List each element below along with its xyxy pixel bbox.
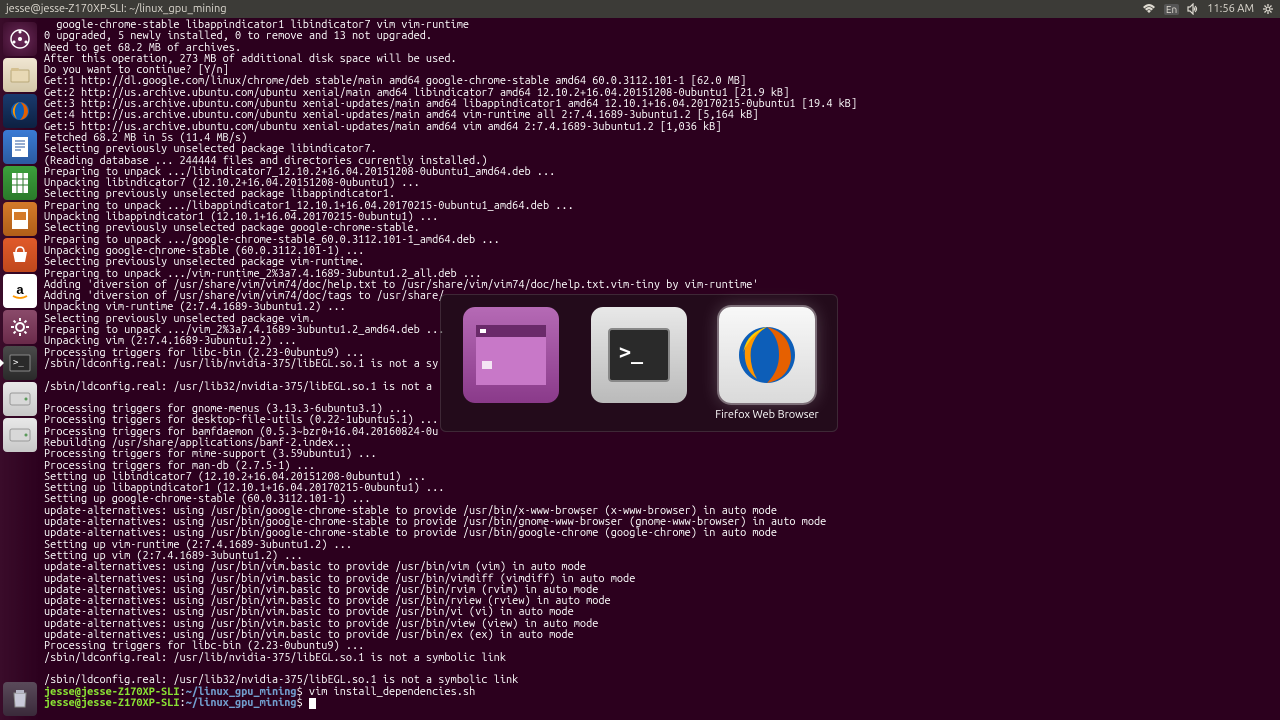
switcher-app-2[interactable]: >_	[585, 307, 693, 423]
prompt-user: jesse@jesse-Z170XP-SLI	[44, 686, 180, 698]
switcher-app-1[interactable]	[457, 307, 565, 423]
writer-icon[interactable]	[3, 130, 37, 164]
top-menubar: jesse@jesse-Z170XP-SLI: ~/linux_gpu_mini…	[0, 0, 1280, 18]
prev-command: vim install_dependencies.sh	[309, 686, 475, 698]
terminal-launcher-icon[interactable]: >_	[3, 346, 37, 380]
impress-icon[interactable]	[3, 202, 37, 236]
files-icon[interactable]	[3, 58, 37, 92]
drive-icon-2[interactable]	[3, 418, 37, 452]
firefox-icon[interactable]	[3, 94, 37, 128]
drive-icon-1[interactable]	[3, 382, 37, 416]
prompt-path-2: ~/linux_gpu_mining	[186, 697, 297, 709]
settings-icon[interactable]	[3, 310, 37, 344]
window-title: jesse@jesse-Z170XP-SLI: ~/linux_gpu_mini…	[6, 3, 1142, 15]
lang-indicator[interactable]: En	[1164, 4, 1179, 15]
svg-text:>_: >_	[619, 340, 644, 364]
prompt-path: ~/linux_gpu_mining	[186, 686, 297, 698]
gear-icon[interactable]	[1262, 3, 1274, 15]
trash-icon[interactable]	[3, 682, 37, 716]
calc-icon[interactable]	[3, 166, 37, 200]
system-tray: En 11:56 AM	[1142, 3, 1274, 15]
cursor	[309, 698, 316, 709]
switcher-label-3: Firefox Web Browser	[715, 409, 818, 423]
dash-icon[interactable]	[3, 22, 37, 56]
amazon-icon[interactable]: a	[3, 274, 37, 308]
prompt-user-2: jesse@jesse-Z170XP-SLI	[44, 697, 180, 709]
clock[interactable]: 11:56 AM	[1207, 3, 1254, 15]
unity-launcher: a >_	[0, 18, 40, 720]
software-icon[interactable]	[3, 238, 37, 272]
wifi-icon[interactable]	[1142, 3, 1156, 15]
switcher-app-3[interactable]: Firefox Web Browser	[713, 307, 821, 423]
prompt-dollar: $	[297, 686, 309, 698]
sound-icon[interactable]	[1187, 3, 1199, 15]
app-switcher: >_ Firefox Web Browser	[440, 294, 838, 432]
svg-text:a: a	[16, 282, 24, 297]
svg-text:>_: >_	[13, 358, 24, 368]
